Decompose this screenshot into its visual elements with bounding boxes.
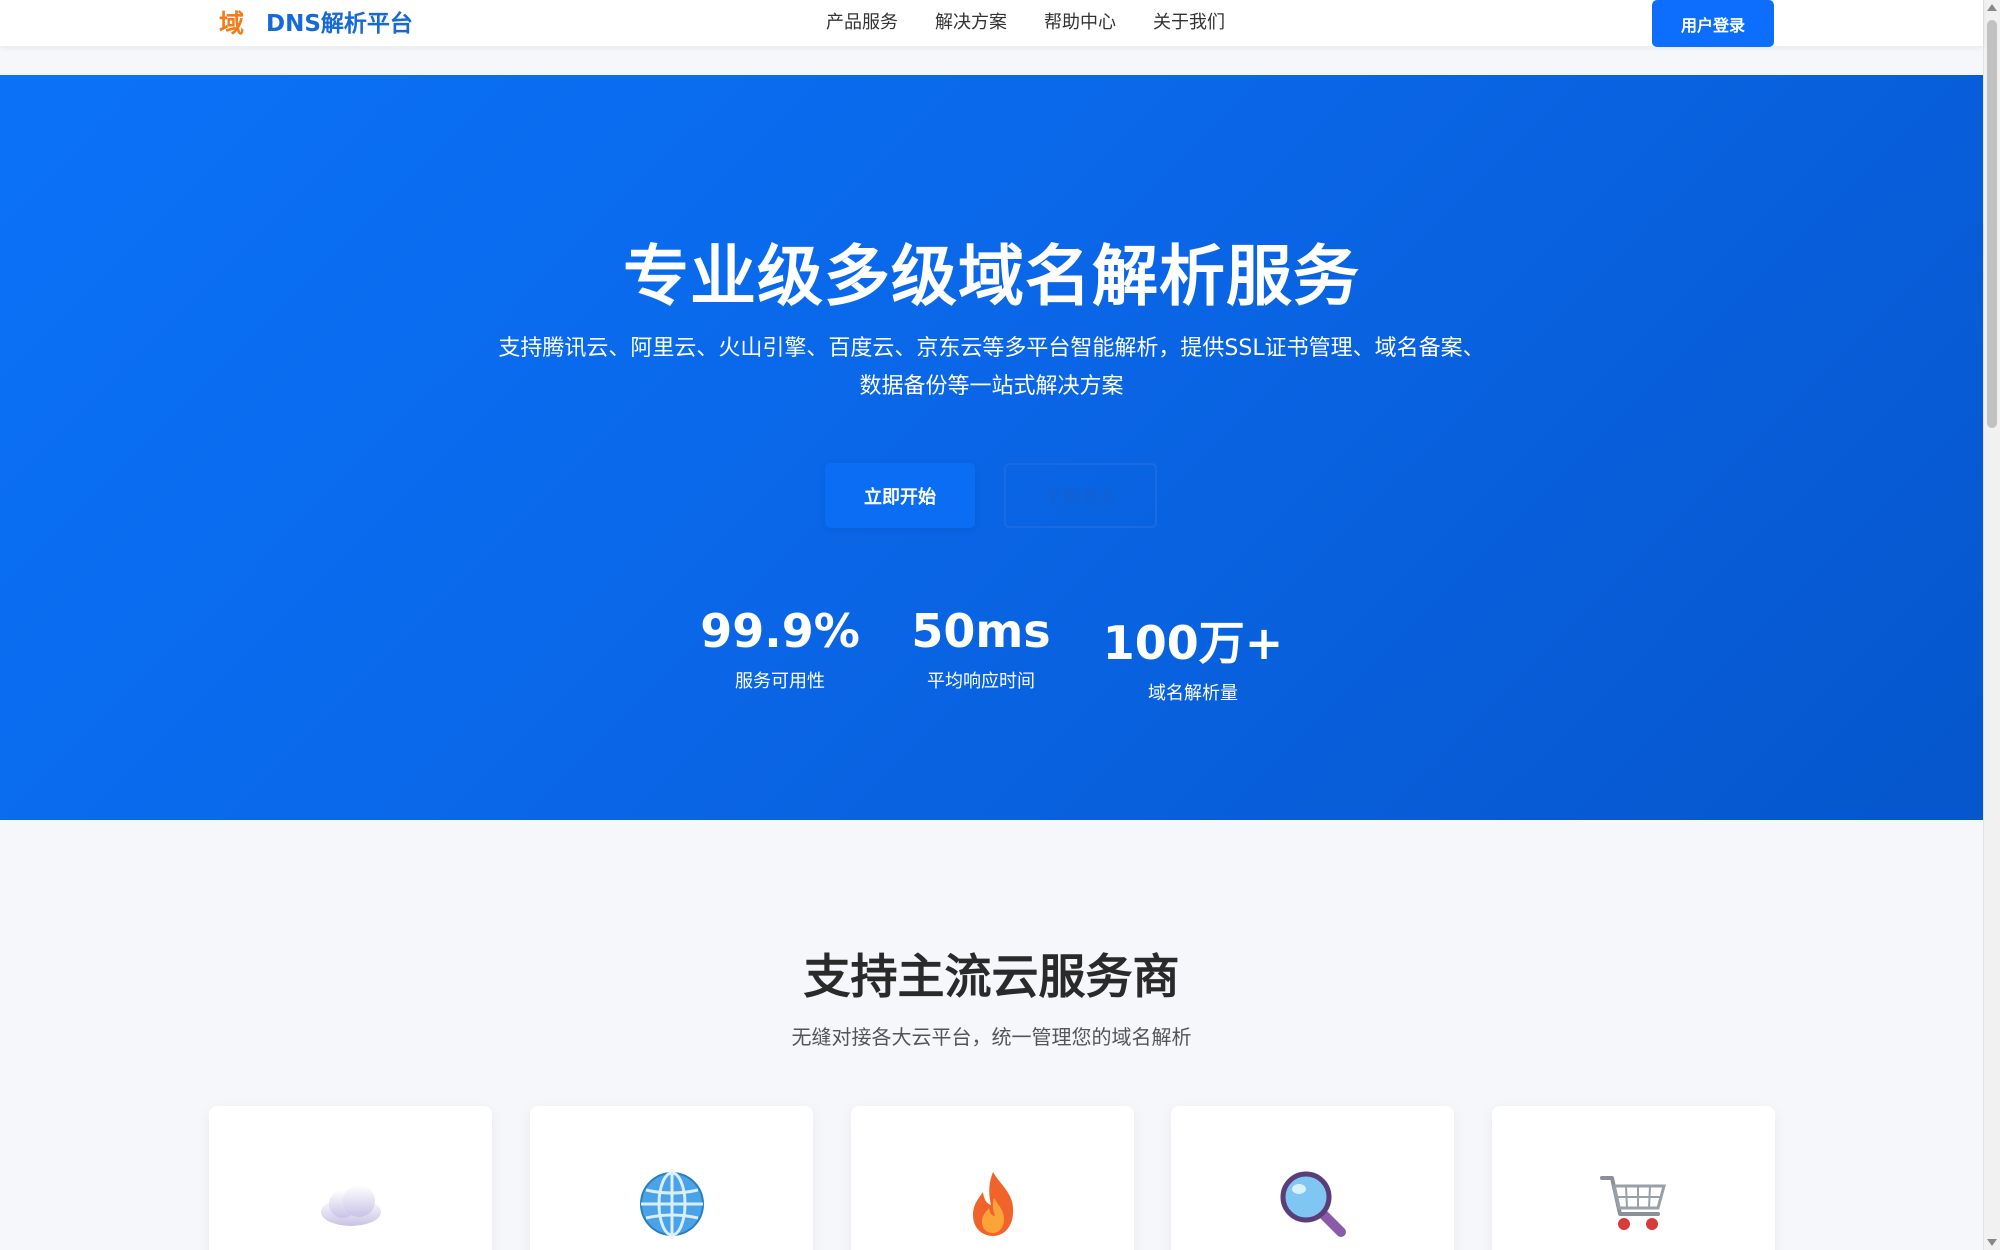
stat-label: 平均响应时间 <box>927 671 1035 692</box>
scrollbar-thumb[interactable] <box>1987 20 1997 428</box>
stat-value: 50ms <box>911 604 1051 658</box>
start-now-button[interactable]: 立即开始 <box>825 463 975 528</box>
cloud-icon <box>320 1185 381 1226</box>
stat-value: 99.9% <box>700 604 860 658</box>
nav-link-help[interactable]: 帮助中心 <box>1044 0 1116 46</box>
stat-resolution-volume: 100万+ 域名解析量 <box>1100 615 1286 707</box>
providers-title: 支持主流云服务商 <box>803 950 1180 1005</box>
page-scrollbar[interactable] <box>1983 0 2000 1250</box>
hero-subtitle-line-1: 支持腾讯云、阿里云、火山引擎、百度云、京东云等多平台智能解析，提供SSL证书管理… <box>498 336 1485 361</box>
learn-more-button[interactable]: 了解更多 <box>1004 463 1157 528</box>
scroll-down-arrow-icon[interactable] <box>1987 1239 1997 1246</box>
nav-menu: 产品服务 解决方案 帮助中心 关于我们 <box>826 0 1262 46</box>
magnifier-icon <box>1280 1171 1346 1237</box>
hero-subtitle: 支持腾讯云、阿里云、火山引擎、百度云、京东云等多平台智能解析，提供SSL证书管理… <box>440 330 1543 406</box>
nav-link-products[interactable]: 产品服务 <box>826 0 898 46</box>
shopping-cart-icon <box>1599 1176 1666 1230</box>
stat-response-time: 50ms 平均响应时间 <box>905 603 1057 695</box>
brand-name: DNS解析平台 <box>266 11 413 37</box>
hero-section: 专业级多级域名解析服务 支持腾讯云、阿里云、火山引擎、百度云、京东云等多平台智能… <box>0 75 1983 820</box>
provider-card-globe[interactable] <box>530 1106 813 1250</box>
nav-link-solutions[interactable]: 解决方案 <box>935 0 1007 46</box>
stat-availability: 99.9% 服务可用性 <box>698 603 862 695</box>
page: 域 DNS解析平台 产品服务 解决方案 帮助中心 关于我们 用户登录 专业级多级… <box>0 0 2000 1250</box>
login-button[interactable]: 用户登录 <box>1652 0 1774 47</box>
fire-icon <box>972 1172 1013 1236</box>
stat-label: 服务可用性 <box>735 671 825 692</box>
top-navbar: 域 DNS解析平台 产品服务 解决方案 帮助中心 关于我们 用户登录 <box>0 0 1983 47</box>
stat-label: 域名解析量 <box>1148 683 1238 704</box>
scroll-up-arrow-icon[interactable] <box>1987 4 1997 11</box>
providers-subtitle: 无缝对接各大云平台，统一管理您的域名解析 <box>791 1025 1192 1049</box>
brand-icon: 域 <box>219 9 245 38</box>
globe-icon <box>639 1171 704 1237</box>
hero-subtitle-line-2: 数据备份等一站式解决方案 <box>859 374 1124 399</box>
provider-card-shopping[interactable] <box>1492 1106 1775 1250</box>
provider-card-search[interactable] <box>1171 1106 1454 1250</box>
nav-link-about[interactable]: 关于我们 <box>1153 0 1225 46</box>
provider-card-fire[interactable] <box>851 1106 1134 1250</box>
stat-value: 100万+ <box>1102 616 1284 670</box>
hero-title: 专业级多级域名解析服务 <box>623 238 1360 315</box>
provider-card-cloud[interactable] <box>209 1106 492 1250</box>
brand-logo[interactable]: 域 DNS解析平台 <box>219 6 413 42</box>
